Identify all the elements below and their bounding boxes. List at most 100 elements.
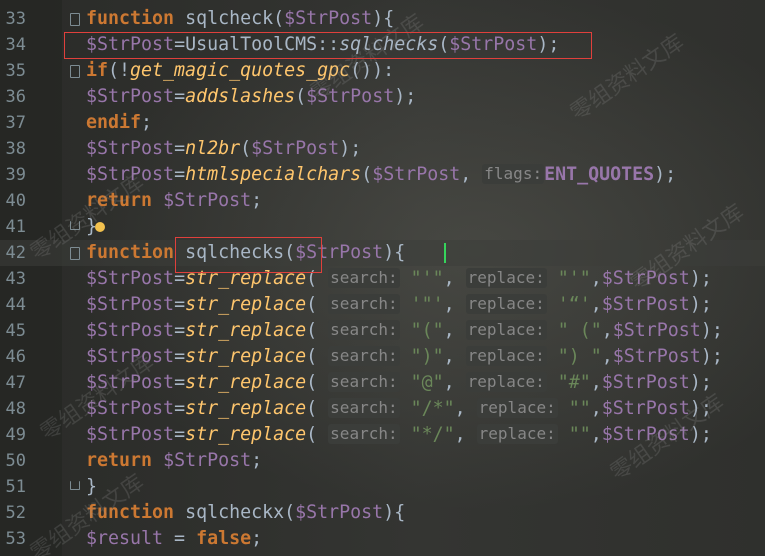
code-text[interactable]: $StrPost=nl2br($StrPost); <box>86 136 361 162</box>
code-token: ; <box>251 528 263 549</box>
code-token: endif <box>86 112 142 133</box>
code-line[interactable]: 46 $StrPost=str_replace( search: ")", rep… <box>0 344 765 370</box>
code-line[interactable]: 45 $StrPost=str_replace( search: "(", rep… <box>0 318 765 344</box>
code-token: $StrPost <box>86 372 175 393</box>
code-line[interactable]: 42 function sqlchecks($StrPost){ <box>0 240 765 266</box>
line-number: 35 <box>5 61 26 81</box>
code-token: "#" <box>546 372 591 393</box>
code-line[interactable]: 44 $StrPost=str_replace( search: '"', rep… <box>0 292 765 318</box>
code-token: = <box>174 398 186 419</box>
line-number: 51 <box>5 477 26 497</box>
parameter-hint: replace: <box>476 424 558 444</box>
code-token: , <box>601 346 613 367</box>
code-text[interactable]: $StrPost=str_replace( search: "(", repla… <box>86 318 723 344</box>
code-token: " (" <box>546 320 602 341</box>
code-line[interactable]: 37 endif; <box>0 110 765 136</box>
code-line[interactable]: 35 if(!get_magic_quotes_gpc()): <box>0 58 765 84</box>
highlight-box-sqlchecks-def <box>175 237 322 273</box>
code-line[interactable]: 48 $StrPost=str_replace( search: "/*", re… <box>0 396 765 422</box>
code-token: $StrPost <box>251 138 340 159</box>
fold-end-icon[interactable] <box>70 221 80 230</box>
code-text[interactable]: $StrPost=str_replace( search: "/*", repl… <box>86 396 712 422</box>
code-token: = <box>174 138 186 159</box>
fold-start-icon[interactable] <box>70 13 80 26</box>
line-number: 50 <box>5 451 26 471</box>
code-token: , <box>590 268 602 289</box>
code-token: $StrPost <box>372 164 461 185</box>
code-line[interactable]: 53 $result = false; <box>0 526 765 552</box>
code-text[interactable]: endif; <box>86 110 152 136</box>
code-token: ( <box>306 372 329 393</box>
code-token: str_replace <box>185 320 307 341</box>
code-token: = <box>174 164 186 185</box>
code-token: ); <box>689 268 712 289</box>
code-text[interactable]: function sqlcheckx($StrPost){ <box>86 500 405 526</box>
code-token: addslashes <box>185 86 296 107</box>
code-token: ENT_QUOTES <box>544 164 655 185</box>
code-token: ){ <box>383 502 406 523</box>
code-token: function <box>86 8 175 29</box>
code-token: , <box>454 424 477 445</box>
code-line[interactable]: 49 $StrPost=str_replace( search: "*/", re… <box>0 422 765 448</box>
code-token: "" <box>557 398 591 419</box>
code-token: = <box>163 528 197 549</box>
code-text[interactable]: if(!get_magic_quotes_gpc()): <box>86 58 394 84</box>
code-token: ); <box>700 346 723 367</box>
code-text[interactable]: $StrPost=str_replace( search: "@", repla… <box>86 370 712 396</box>
code-token: ; <box>251 450 263 471</box>
code-text[interactable]: $result = false; <box>86 526 262 552</box>
line-number: 52 <box>5 503 26 523</box>
code-line[interactable]: 41} <box>0 214 765 240</box>
line-number: 34 <box>5 35 26 55</box>
fold-end-icon[interactable] <box>70 481 80 490</box>
parameter-hint: flags: <box>482 164 545 184</box>
code-line[interactable]: 36 $StrPost=addslashes($StrPost); <box>0 84 765 110</box>
line-number: 37 <box>5 113 26 133</box>
code-line[interactable]: 33 function sqlcheck($StrPost){ <box>0 6 765 32</box>
lightbulb-icon[interactable] <box>95 222 105 232</box>
parameter-hint: replace: <box>465 268 547 288</box>
fold-start-icon[interactable] <box>70 247 80 260</box>
parameter-hint: search: <box>328 424 400 444</box>
code-token: return <box>86 190 153 211</box>
code-token: '"' <box>399 294 444 315</box>
code-token: ){ <box>383 242 406 263</box>
text-caret <box>444 243 446 263</box>
code-token: str_replace <box>185 424 307 445</box>
code-text[interactable]: function sqlcheck($StrPost){ <box>86 6 394 32</box>
code-token: sqlcheckx( <box>174 502 296 523</box>
fold-start-icon[interactable] <box>70 65 80 78</box>
code-token: "(" <box>399 320 444 341</box>
code-line[interactable]: 52 function sqlcheckx($StrPost){ <box>0 500 765 526</box>
code-token: = <box>174 86 186 107</box>
line-number: 53 <box>5 529 26 549</box>
code-text[interactable]: $StrPost=addslashes($StrPost); <box>86 84 416 110</box>
code-token: if <box>86 60 109 81</box>
code-text[interactable]: return $StrPost; <box>86 448 262 474</box>
code-line[interactable]: 47 $StrPost=str_replace( search: "@", rep… <box>0 370 765 396</box>
code-token: ( <box>295 86 307 107</box>
line-number: 33 <box>5 9 26 29</box>
parameter-hint: search: <box>328 320 400 340</box>
code-text[interactable]: $StrPost=str_replace( search: "*/", repl… <box>86 422 712 448</box>
code-line[interactable]: 38 $StrPost=nl2br($StrPost); <box>0 136 765 162</box>
code-token: , <box>590 372 602 393</box>
code-line[interactable]: 40 return $StrPost; <box>0 188 765 214</box>
code-text[interactable]: return $StrPost; <box>86 188 262 214</box>
code-editor[interactable]: 33 function sqlcheck($StrPost){ 34 $StrPost… <box>0 0 765 556</box>
code-token: $StrPost <box>601 268 690 289</box>
code-token: ( <box>306 424 329 445</box>
code-token: $StrPost <box>601 372 690 393</box>
code-text[interactable]: $StrPost=str_replace( search: '"', repla… <box>86 292 712 318</box>
code-text[interactable]: } <box>86 474 97 500</box>
code-token: $StrPost <box>284 8 373 29</box>
code-text[interactable]: $StrPost=str_replace( search: ")", repla… <box>86 344 723 370</box>
code-token: , <box>590 398 602 419</box>
code-line[interactable]: 50 return $StrPost; <box>0 448 765 474</box>
code-line[interactable]: 51} <box>0 474 765 500</box>
code-text[interactable]: $StrPost=htmlspecialchars($StrPost, flag… <box>86 162 676 188</box>
code-line[interactable]: 43 $StrPost=str_replace( search: "'", rep… <box>0 266 765 292</box>
code-line[interactable]: 39 $StrPost=htmlspecialchars($StrPost, fl… <box>0 162 765 188</box>
